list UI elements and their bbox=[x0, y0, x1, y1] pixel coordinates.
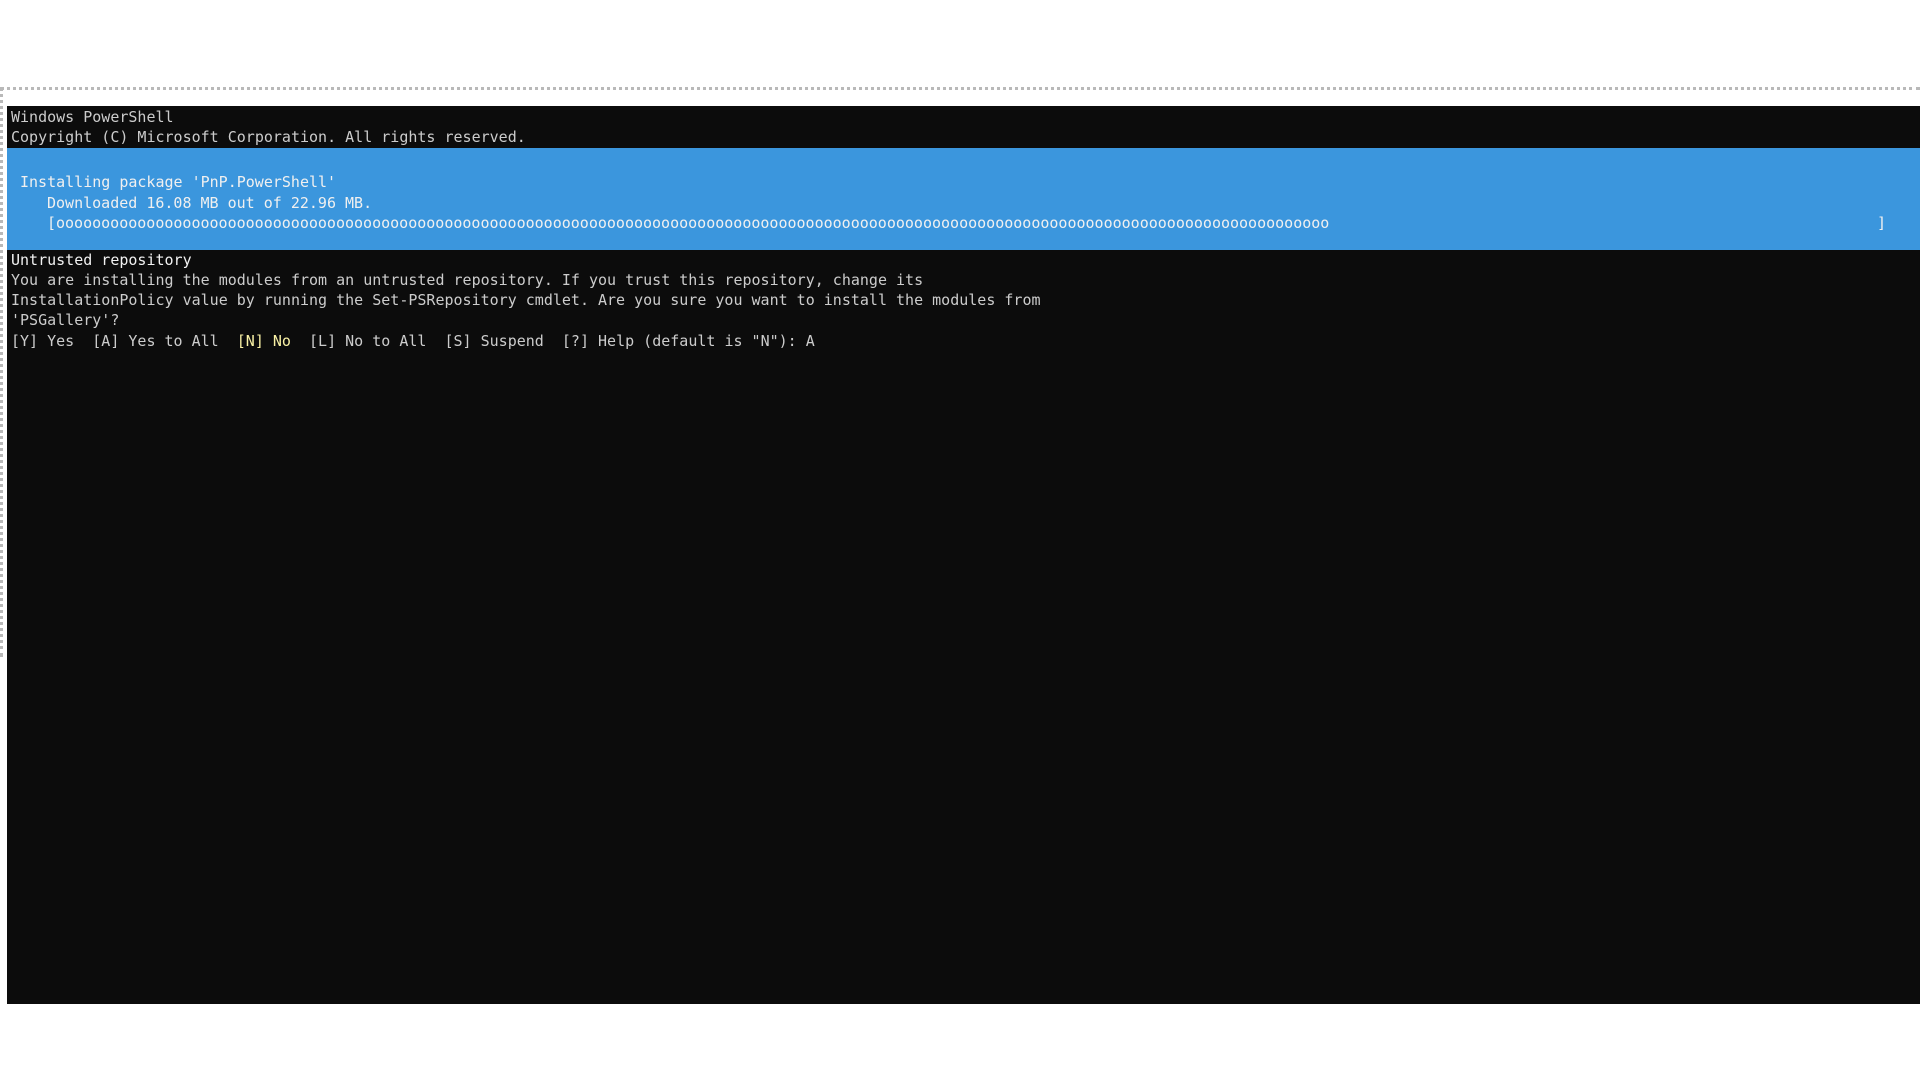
choice-yes[interactable]: [Y] Yes bbox=[11, 332, 74, 350]
console-header-copyright: Copyright (C) Microsoft Corporation. All… bbox=[11, 128, 526, 146]
progress-bar-open-bracket: [ bbox=[47, 214, 57, 232]
powershell-console[interactable]: Windows PowerShell Copyright (C) Microso… bbox=[7, 106, 1920, 1004]
choice-no[interactable]: [N] No bbox=[237, 332, 291, 350]
prompt-message-line: You are installing the modules from an u… bbox=[11, 271, 924, 289]
prompt-message-line: InstallationPolicy value by running the … bbox=[11, 291, 1041, 309]
choice-yes-to-all[interactable]: [A] Yes to All bbox=[92, 332, 218, 350]
prompt-choices: [Y] Yes [A] Yes to All [N] No [L] No to … bbox=[11, 331, 815, 351]
progress-activity: Installing package 'PnP.PowerShell' bbox=[20, 173, 337, 191]
choice-help[interactable]: [?] Help (default is "N"): bbox=[562, 332, 806, 350]
console-header-title: Windows PowerShell bbox=[11, 108, 174, 126]
capture-selection-border-left bbox=[0, 87, 3, 657]
progress-bar: [ oooooooooooooooooooooooooooooooooooooo… bbox=[47, 213, 1886, 233]
prompt-input[interactable]: A bbox=[806, 332, 815, 350]
screenshot: Windows PowerShell Copyright (C) Microso… bbox=[0, 0, 1920, 1080]
choice-no-to-all[interactable]: [L] No to All bbox=[309, 332, 426, 350]
capture-selection-border bbox=[0, 87, 1920, 90]
progress-bar-fill: oooooooooooooooooooooooooooooooooooooooo… bbox=[56, 214, 1330, 232]
choice-suspend[interactable]: [S] Suspend bbox=[445, 332, 544, 350]
progress-bar-close-bracket: ] bbox=[1876, 214, 1886, 232]
prompt-message-line: 'PSGallery'? bbox=[11, 311, 120, 329]
progress-status: Downloaded 16.08 MB out of 22.96 MB. bbox=[47, 194, 373, 212]
window-title-bar[interactable] bbox=[8, 91, 1920, 105]
prompt-caption: Untrusted repository bbox=[11, 251, 192, 269]
progress-panel: Installing package 'PnP.PowerShell' Down… bbox=[7, 148, 1920, 250]
